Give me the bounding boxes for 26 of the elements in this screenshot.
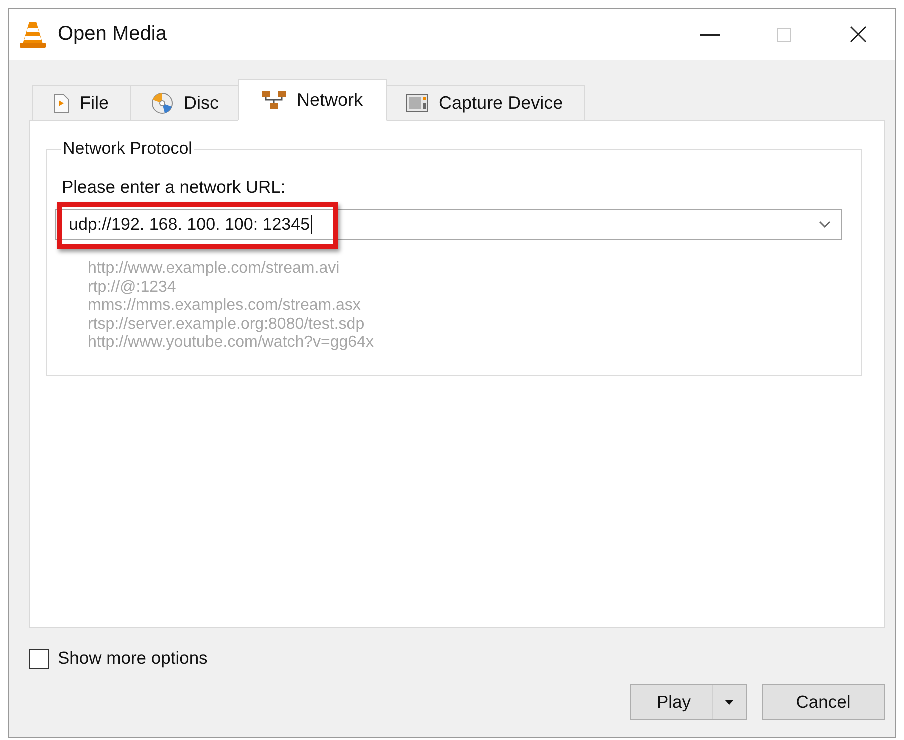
example-url: rtp://@:1234 <box>88 278 178 297</box>
chevron-down-icon[interactable] <box>819 221 831 228</box>
disc-icon <box>152 92 174 114</box>
maximize-icon <box>777 28 791 42</box>
field-label: Please enter a network URL: <box>61 177 287 197</box>
cancel-button[interactable]: Cancel <box>762 684 885 720</box>
checkbox[interactable] <box>29 648 49 668</box>
example-url: http://www.example.com/stream.avi <box>88 260 341 278</box>
tab[interactable]: File <box>32 85 132 121</box>
tab[interactable]: Capture Device <box>384 85 586 121</box>
capture-card-icon <box>406 94 428 112</box>
url-combo-box[interactable]: udp://192. 168. 100. 100: 12345 <box>55 209 842 240</box>
group-title: Network Protocol <box>62 139 194 159</box>
tab[interactable]: Network <box>238 79 388 121</box>
window-title: Open Media <box>58 23 167 46</box>
example-url: http://www.youtube.com/watch?v=gg64x <box>88 334 375 352</box>
checkbox-label[interactable]: Show more options <box>58 648 208 669</box>
network-icon <box>262 91 286 109</box>
example-url: mms://mms.examples.com/stream.asx <box>88 297 362 316</box>
play-button[interactable]: Play <box>630 684 747 720</box>
minimize-icon <box>700 34 720 36</box>
file-icon <box>54 94 69 112</box>
caret-icon <box>725 700 734 704</box>
traffic-cone-icon <box>20 21 46 48</box>
close-icon <box>850 26 866 43</box>
example-url: rtsp://server.example.org:8080/test.sdp <box>88 316 366 334</box>
